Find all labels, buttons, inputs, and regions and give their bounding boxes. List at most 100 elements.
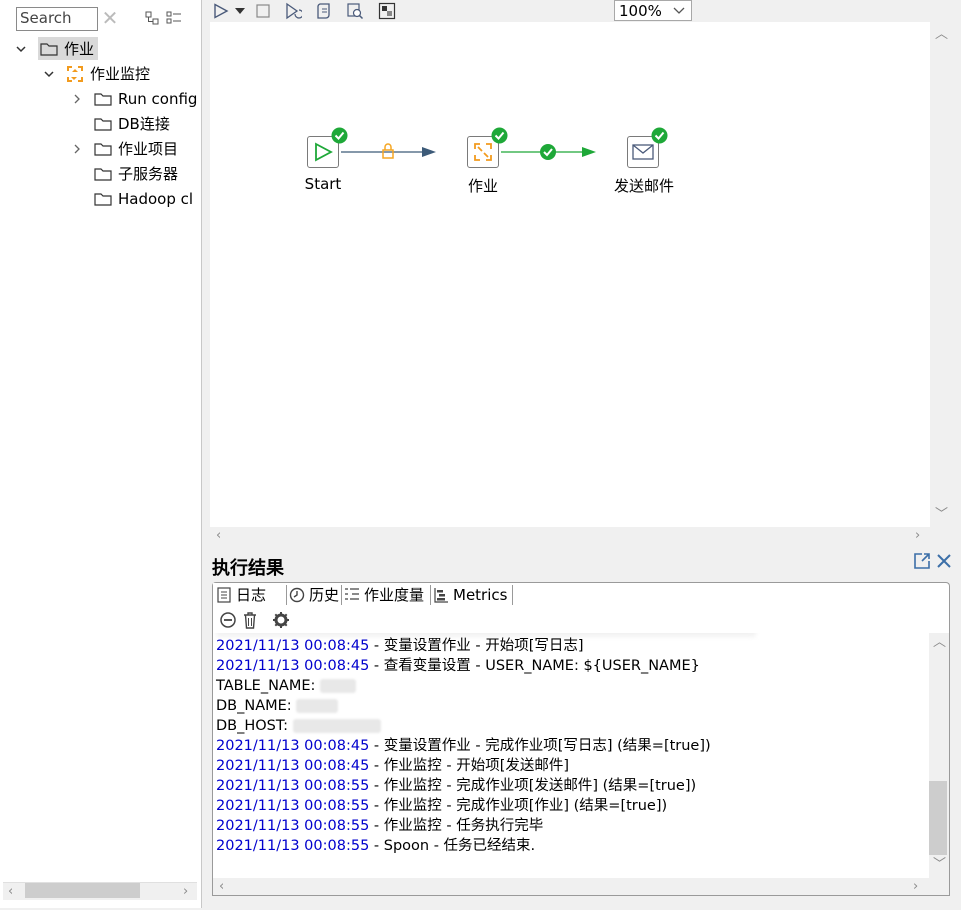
explore-db-button[interactable]	[377, 1, 397, 21]
scroll-left-icon[interactable]: ‹	[8, 885, 13, 898]
trash-icon[interactable]	[242, 611, 258, 633]
stop-icon	[256, 4, 270, 18]
clear-log-icon[interactable]	[219, 611, 237, 633]
node-label: Start	[304, 175, 342, 193]
grid-icon	[378, 2, 396, 20]
tree-view-icon[interactable]	[142, 8, 162, 28]
canvas-horizontal-scrollbar[interactable]	[210, 527, 930, 545]
maximize-icon[interactable]	[913, 552, 931, 574]
folder-icon	[94, 167, 112, 181]
start-icon	[315, 142, 333, 162]
scrollbar-thumb[interactable]	[25, 883, 140, 898]
scroll-right-icon[interactable]: ›	[183, 885, 188, 898]
tab-history[interactable]: 历史	[286, 583, 342, 606]
tree-item-label: 子服务器	[118, 165, 179, 183]
log-line: 2021/11/13 00:08:45 - 变量设置作业 - 开始项[写日志]	[216, 638, 584, 654]
run-button[interactable]	[212, 1, 230, 21]
tree-item-hadoop-clusters[interactable]: Hadoop cl	[70, 186, 198, 211]
scroll-right-icon[interactable]: ›	[915, 529, 920, 542]
success-check-icon	[491, 127, 508, 144]
node-label: 作业	[467, 177, 498, 195]
zoom-value: 100%	[619, 1, 662, 20]
folder-icon	[40, 42, 58, 56]
tab-log[interactable]: 日志	[213, 583, 287, 606]
verify-button[interactable]	[314, 1, 334, 21]
tab-label: 历史	[309, 586, 340, 604]
job-toolbar: 100%	[207, 0, 958, 22]
success-check-icon	[651, 127, 668, 144]
tab-job-metrics[interactable]: 作业度量	[341, 583, 430, 606]
sql-button[interactable]	[345, 1, 365, 21]
close-icon[interactable]	[935, 552, 953, 574]
caret-down-icon	[235, 8, 245, 14]
scroll-right-icon[interactable]: ›	[913, 880, 918, 893]
log-line: 2021/11/13 00:08:55 - 作业监控 - 完成作业项[作业] (…	[216, 798, 668, 814]
mail-icon	[632, 144, 654, 160]
log-line: 2021/11/13 00:08:45 - 变量设置作业 - 完成作业项[写日志…	[216, 738, 711, 754]
log-line: 2021/11/13 00:08:55 - 作业监控 - 完成作业项[发送邮件]…	[216, 778, 697, 794]
metrics-list-icon	[344, 587, 360, 603]
scroll-left-icon[interactable]: ‹	[219, 880, 224, 893]
folder-icon	[94, 192, 112, 206]
log-line: DB_HOST:	[216, 716, 381, 736]
job-icon	[474, 143, 492, 161]
tab-label: 日志	[236, 586, 267, 604]
tree-item-label: 作业项目	[118, 140, 179, 158]
tree-item-label: DB连接	[118, 115, 170, 133]
log-line: 2021/11/13 00:08:45 - 作业监控 - 开始项[发送邮件]	[216, 758, 570, 774]
chevron-right-icon[interactable]	[70, 93, 84, 105]
scroll-down-icon[interactable]: ﹀	[933, 858, 946, 871]
log-line: 2021/11/13 00:08:55 - Spoon - 任务已经结束.	[216, 838, 536, 854]
log-line: 2021/11/13 00:08:45 - 查看变量设置 - USER_NAME…	[216, 658, 700, 674]
success-check-icon	[540, 144, 556, 160]
chevron-right-icon[interactable]	[70, 143, 84, 155]
canvas-vertical-scrollbar[interactable]	[930, 22, 950, 527]
scroll-left-icon[interactable]: ‹	[216, 529, 221, 542]
chevron-down-icon	[673, 7, 685, 14]
log-toolbar	[212, 607, 950, 633]
scrollbar-thumb[interactable]	[929, 781, 947, 855]
hop-arrow	[422, 147, 436, 157]
job-icon	[66, 65, 84, 83]
tree-item-run-config[interactable]: Run config	[70, 86, 197, 111]
log-horizontal-scrollbar[interactable]	[212, 878, 950, 896]
replay-icon	[286, 2, 302, 20]
lock-icon	[382, 143, 394, 159]
scroll-up-icon[interactable]: ︿	[933, 636, 946, 649]
folder-icon	[94, 142, 112, 156]
metrics-chart-icon	[433, 587, 449, 603]
tree-item-job[interactable]: 作业监控	[42, 61, 150, 86]
history-icon	[289, 587, 305, 603]
tree-item-slave-servers[interactable]: 子服务器	[70, 161, 178, 186]
search-box[interactable]	[16, 7, 98, 31]
tab-label: 作业度量	[364, 586, 425, 604]
tree-item-jobs-root[interactable]: 作业	[14, 36, 99, 61]
tree-item-label: Hadoop cl	[118, 189, 194, 208]
folder-icon	[94, 117, 112, 131]
tree-item-label: Run config	[118, 89, 198, 108]
play-icon	[214, 3, 229, 19]
job-hops	[341, 143, 596, 160]
list-view-icon[interactable]	[164, 8, 184, 28]
tab-metrics[interactable]: Metrics	[430, 583, 512, 606]
scroll-up-icon[interactable]: ︿	[935, 28, 948, 41]
chevron-down-icon[interactable]	[42, 68, 56, 80]
zoom-select[interactable]: 100%	[614, 0, 692, 21]
results-title: 执行结果	[212, 558, 284, 579]
chevron-down-icon[interactable]	[14, 43, 28, 55]
tree-item-label: 作业	[64, 40, 95, 58]
gear-icon[interactable]	[272, 611, 290, 633]
stop-button[interactable]	[254, 1, 272, 21]
log-line: DB_NAME:	[216, 696, 339, 716]
tree-item-db-connections[interactable]: DB连接	[70, 111, 170, 136]
search-db-icon	[347, 3, 364, 20]
node-label: 发送邮件	[613, 177, 674, 195]
log-output[interactable]: 2021/11/13 00:08:45 - 变量设置作业 - 开始项[写日志] …	[212, 633, 929, 878]
log-icon	[216, 586, 232, 603]
search-input[interactable]	[17, 8, 97, 28]
scroll-down-icon[interactable]: ﹀	[935, 508, 948, 521]
run-options-dropdown[interactable]	[234, 1, 246, 21]
tree-item-job-entries[interactable]: 作业项目	[70, 136, 178, 161]
replay-button[interactable]	[283, 1, 303, 21]
clear-search-icon[interactable]: ✕	[100, 6, 120, 30]
